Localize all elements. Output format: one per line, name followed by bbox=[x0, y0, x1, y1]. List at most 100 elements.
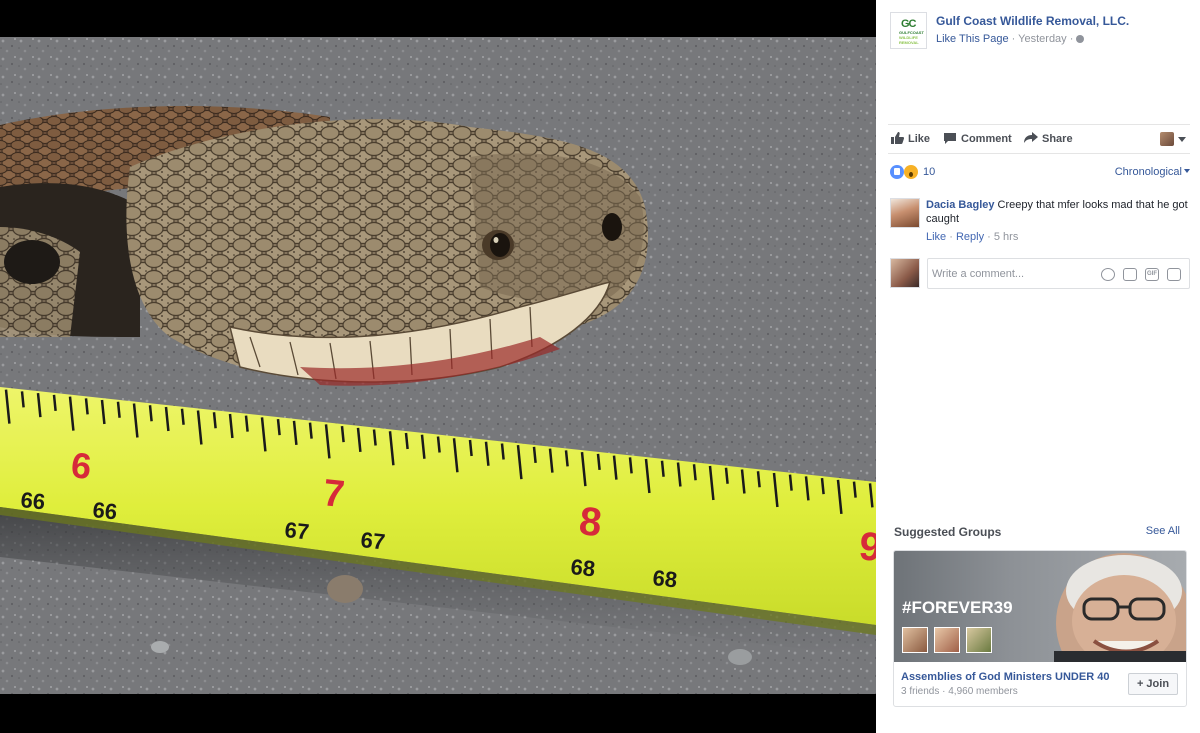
suggested-group-card: #FOREVER39 Assemblies of God Ministers U… bbox=[893, 550, 1187, 707]
comment-item: Dacia Bagley Creepy that mfer looks mad … bbox=[890, 198, 1190, 246]
like-label: Like bbox=[908, 133, 931, 145]
tape-tick bbox=[756, 471, 761, 488]
commenter-avatar[interactable] bbox=[890, 198, 920, 228]
tape-tick bbox=[660, 460, 665, 477]
tape-small-number: 67 bbox=[359, 527, 386, 554]
group-members: 4,960 members bbox=[948, 686, 1018, 697]
page-logo-sub: WILDLIFE REMOVAL bbox=[899, 35, 919, 45]
like-page-link[interactable]: Like This Page bbox=[936, 33, 1009, 45]
pebble bbox=[151, 641, 169, 653]
tape-tick bbox=[276, 419, 281, 436]
tape-tick bbox=[724, 467, 729, 484]
group-friends: 3 friends bbox=[901, 686, 940, 697]
share-label: Share bbox=[1042, 133, 1073, 145]
acting-as-avatar bbox=[1160, 132, 1174, 146]
tape-small-number: 66 bbox=[19, 487, 46, 514]
comment-box[interactable]: GIF bbox=[927, 258, 1190, 289]
comment-icon bbox=[944, 133, 956, 144]
tape-tick bbox=[628, 457, 633, 474]
tape-tick bbox=[436, 436, 441, 453]
comment-actions: Like · Reply · 5 hrs bbox=[926, 231, 1018, 243]
tape-tick bbox=[820, 478, 825, 495]
comment-body: Dacia Bagley Creepy that mfer looks mad … bbox=[926, 198, 1190, 226]
post-photo[interactable]: 6 7 8 9 66 66 67 67 68 68 bbox=[0, 37, 876, 694]
meta-separator: · bbox=[1066, 33, 1077, 45]
tape-tick bbox=[148, 405, 153, 422]
post-action-bar: Like Comment Share bbox=[888, 124, 1190, 154]
chevron-down-icon bbox=[1178, 137, 1186, 142]
comment-input[interactable] bbox=[932, 266, 1092, 282]
member-thumb bbox=[934, 627, 960, 653]
snake-body-blotch bbox=[4, 240, 60, 284]
tape-tick bbox=[84, 398, 89, 415]
group-stats: 3 friends · 4,960 members bbox=[901, 686, 1018, 697]
comment-author[interactable]: Dacia Bagley bbox=[926, 199, 994, 211]
like-button[interactable]: Like bbox=[890, 132, 930, 145]
tape-tick bbox=[244, 415, 249, 432]
comment-label: Comment bbox=[961, 133, 1012, 145]
member-thumb bbox=[902, 627, 928, 653]
tape-tick bbox=[20, 391, 25, 408]
suggested-groups-title: Suggested Groups bbox=[894, 525, 1002, 539]
group-cover-image[interactable]: #FOREVER39 bbox=[894, 551, 1186, 662]
tape-tick bbox=[212, 412, 217, 429]
photo-theater: 6 7 8 9 66 66 67 67 68 68 GC GULFCOAST W… bbox=[0, 0, 1200, 733]
tape-small-number: 68 bbox=[651, 565, 678, 592]
tape-tick bbox=[180, 408, 185, 425]
member-thumb bbox=[966, 627, 992, 653]
tape-tick bbox=[532, 446, 537, 464]
post-header: GC GULFCOAST WILDLIFE REMOVAL Gulf Coast… bbox=[890, 12, 1190, 52]
emoji-icon[interactable] bbox=[1101, 268, 1115, 281]
page-name-link[interactable]: Gulf Coast Wildlife Removal, LLC. bbox=[936, 14, 1129, 28]
meta-separator: · bbox=[1008, 33, 1019, 45]
tape-tick bbox=[692, 464, 697, 481]
globe-icon bbox=[1076, 35, 1085, 43]
tape-tick bbox=[852, 481, 857, 498]
tape-tick bbox=[52, 394, 57, 411]
post-timestamp[interactable]: Yesterday bbox=[1018, 33, 1067, 45]
gif-icon[interactable]: GIF bbox=[1145, 268, 1159, 281]
comment-time[interactable]: 5 hrs bbox=[994, 231, 1018, 243]
share-button[interactable]: Share bbox=[1024, 132, 1073, 145]
thumbs-up-icon bbox=[891, 132, 904, 144]
snake-eye bbox=[490, 233, 510, 257]
post-meta: Like This Page · Yesterday · bbox=[936, 33, 1085, 45]
tape-small-number: 68 bbox=[569, 554, 596, 581]
reaction-count[interactable]: 10 bbox=[923, 166, 935, 178]
camera-icon[interactable] bbox=[1123, 268, 1137, 281]
comment-button[interactable]: Comment bbox=[943, 132, 1012, 145]
current-user-avatar bbox=[890, 258, 920, 288]
reactions-row: 10 Chronological bbox=[890, 164, 1190, 182]
comment-separator: · bbox=[984, 231, 994, 243]
see-all-link[interactable]: See All bbox=[1146, 525, 1180, 537]
page-logo-text: GC bbox=[901, 18, 916, 30]
snake-pit bbox=[602, 213, 622, 241]
comment-reply-link[interactable]: Reply bbox=[956, 231, 984, 243]
comment-sort-dropdown[interactable]: Chronological bbox=[1115, 166, 1190, 178]
tape-number-6: 6 bbox=[69, 444, 93, 487]
snake-tape-measure-image: 6 7 8 9 66 66 67 67 68 68 bbox=[0, 37, 876, 694]
tape-tick bbox=[564, 450, 569, 467]
tape-tick bbox=[372, 429, 377, 446]
snake-eye-highlight bbox=[493, 237, 499, 243]
tape-number-7: 7 bbox=[321, 472, 346, 516]
post-sidebar: GC GULFCOAST WILDLIFE REMOVAL Gulf Coast… bbox=[876, 0, 1200, 733]
group-stats-separator: · bbox=[939, 686, 949, 697]
comment-separator: · bbox=[946, 231, 956, 243]
tape-tick bbox=[500, 443, 505, 460]
pebble bbox=[728, 649, 752, 665]
page-logo[interactable]: GC GULFCOAST WILDLIFE REMOVAL bbox=[890, 12, 927, 49]
like-reaction-icon[interactable] bbox=[890, 165, 904, 179]
sticker-icon[interactable] bbox=[1167, 268, 1181, 281]
share-icon bbox=[1024, 132, 1038, 143]
comment-like-link[interactable]: Like bbox=[926, 231, 946, 243]
tape-small-number: 66 bbox=[91, 497, 118, 524]
tape-tick bbox=[788, 474, 793, 491]
tape-tick bbox=[404, 432, 409, 450]
pebble bbox=[327, 575, 363, 603]
join-group-button[interactable]: + Join bbox=[1128, 673, 1178, 695]
tape-tick bbox=[596, 453, 601, 470]
wow-reaction-icon[interactable] bbox=[904, 165, 918, 179]
acting-as-selector[interactable] bbox=[1160, 132, 1188, 148]
group-name-link[interactable]: Assemblies of God Ministers UNDER 40 bbox=[901, 671, 1109, 683]
